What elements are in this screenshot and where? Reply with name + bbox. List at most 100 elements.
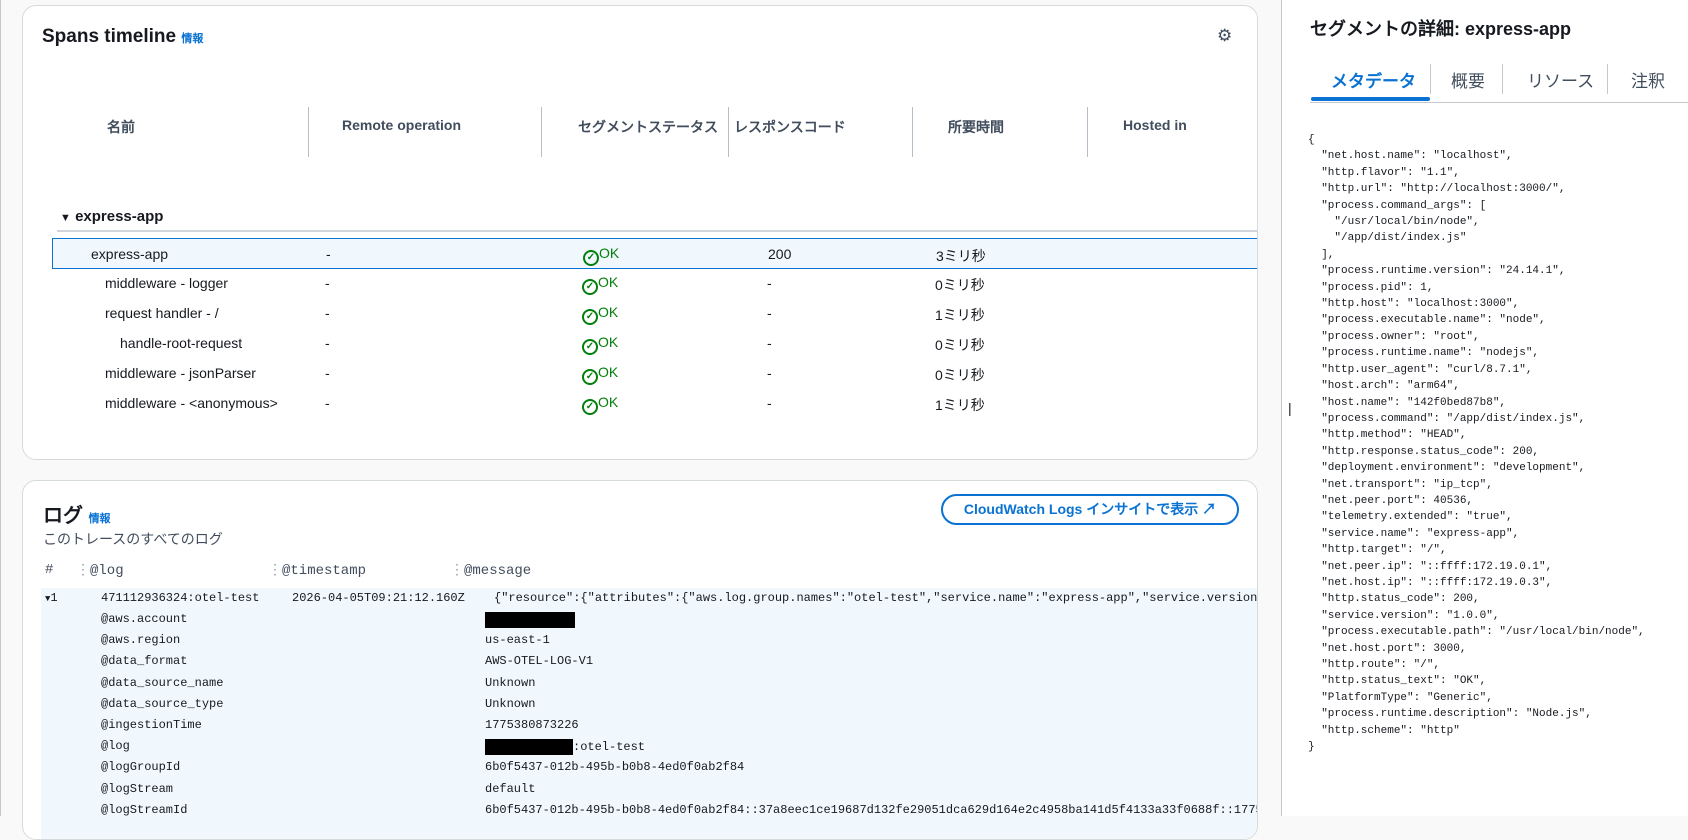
- logs-info-link[interactable]: 情報: [89, 513, 111, 525]
- span-row[interactable]: request handler - / - ✓ OK - 1ミリ秒: [52, 298, 1257, 329]
- span-name: handle-root-request: [120, 335, 243, 351]
- check-circle-icon: ✓: [582, 279, 598, 295]
- log-field-row: @logStreamId 6b0f5437-012b-495b-b0b8-4ed…: [41, 800, 1257, 821]
- spans-timeline-card: Spans timeline 情報 ⚙ 名前 Remote operation セグ…: [22, 5, 1258, 460]
- span-status: ✓ OK: [582, 304, 618, 325]
- span-remote-operation: -: [325, 395, 330, 411]
- log-field-key: @ingestionTime: [101, 718, 202, 732]
- log-row[interactable]: ▼1 471112936324:otel-test 2026-04-05T09:…: [41, 588, 1258, 609]
- log-row-toggle[interactable]: ▼1: [45, 591, 58, 605]
- column-divider[interactable]: [912, 107, 913, 157]
- column-header[interactable]: セグメントステータス: [578, 117, 718, 137]
- check-circle-icon: ✓: [582, 399, 598, 415]
- column-header[interactable]: 所要時間: [948, 117, 1004, 137]
- log-field-key: @logGroupId: [101, 760, 181, 775]
- span-row[interactable]: middleware - jsonParser - ✓ OK - 0ミリ秒: [52, 358, 1257, 389]
- tab-0[interactable]: メタデータ: [1331, 67, 1416, 92]
- span-row[interactable]: middleware - <anonymous> - ✓ OK - 1ミリ秒: [52, 388, 1257, 419]
- column-divider[interactable]: [728, 107, 729, 157]
- span-remote-operation: -: [325, 275, 330, 291]
- log-column-header[interactable]: ⋮@log: [76, 562, 124, 579]
- span-response-code: -: [767, 275, 772, 291]
- span-duration: 0ミリ秒: [935, 367, 985, 383]
- log-column-header[interactable]: ⋮@timestamp: [268, 562, 366, 579]
- log-field-row: @log :otel-test: [41, 736, 1257, 757]
- span-duration: 3ミリ秒: [936, 248, 986, 264]
- span-name: middleware - jsonParser: [105, 365, 256, 381]
- log-field-value: default: [485, 781, 536, 796]
- span-name: request handler - /: [105, 305, 219, 321]
- tab-1[interactable]: 概要: [1451, 67, 1485, 92]
- check-circle-icon: ✓: [582, 309, 598, 325]
- tabs-underline: [1310, 102, 1688, 103]
- log-value: 471112936324:otel-test: [101, 591, 260, 605]
- span-status-text: OK: [598, 364, 619, 380]
- redacted-block: [485, 739, 573, 756]
- log-field-row: @logStream default: [41, 779, 1257, 800]
- caret-down-icon: ▼: [60, 212, 71, 224]
- column-resize-handle[interactable]: ⋮: [268, 563, 282, 579]
- log-field-key: @aws.region: [101, 633, 181, 648]
- column-header[interactable]: 名前: [107, 117, 135, 137]
- span-duration: 0ミリ秒: [935, 337, 985, 353]
- log-field-key: @log: [101, 739, 130, 754]
- check-circle-icon: ✓: [582, 339, 598, 355]
- tab-divider: [1607, 64, 1608, 94]
- column-divider[interactable]: [308, 107, 309, 157]
- span-status: ✓ OK: [582, 274, 618, 295]
- log-field-value: :otel-test: [485, 739, 645, 756]
- column-header[interactable]: Remote operation: [342, 117, 461, 133]
- span-row[interactable]: handle-root-request - ✓ OK - 0ミリ秒: [52, 328, 1257, 359]
- log-field-key: @data_source_type: [101, 696, 224, 711]
- span-name: middleware - <anonymous>: [105, 395, 278, 411]
- span-row[interactable]: express-app - ✓ OK 200 3ミリ秒: [52, 238, 1257, 269]
- span-response-code: 200: [768, 246, 792, 262]
- span-name: express-app: [91, 246, 169, 262]
- text-cursor: |: [1288, 400, 1292, 416]
- span-duration: 1ミリ秒: [935, 397, 985, 413]
- spans-title-text: Spans timeline: [42, 26, 177, 47]
- details-title: セグメントの詳細: express-app: [1310, 19, 1572, 39]
- cloudwatch-insights-button[interactable]: CloudWatch Logs インサイトで表示 ↗: [941, 494, 1239, 525]
- group-toggle[interactable]: ▼ express-app: [60, 208, 163, 225]
- column-divider[interactable]: [1087, 107, 1088, 157]
- log-field-row: @data_format AWS-OTEL-LOG-V1: [41, 651, 1257, 672]
- column-header[interactable]: Hosted in: [1123, 117, 1187, 133]
- column-resize-handle[interactable]: ⋮: [76, 563, 90, 579]
- tab-2[interactable]: リソース: [1527, 67, 1594, 92]
- spans-info-link[interactable]: 情報: [181, 33, 203, 45]
- span-row[interactable]: middleware - logger - ✓ OK - 0ミリ秒: [52, 268, 1257, 299]
- settings-gear-icon[interactable]: ⚙: [1217, 26, 1232, 46]
- column-header[interactable]: レスポンスコード: [734, 117, 846, 137]
- group-name: express-app: [75, 208, 164, 225]
- log-field-row: @aws.account: [41, 609, 1257, 630]
- group-divider: [57, 230, 1257, 232]
- span-duration: 1ミリ秒: [935, 307, 985, 323]
- cloudwatch-insights-label: CloudWatch Logs インサイトで表示: [963, 501, 1199, 517]
- check-circle-icon: ✓: [582, 369, 598, 385]
- log-column-header[interactable]: ⋮@message: [450, 562, 531, 579]
- log-field-key: @data_format: [101, 654, 188, 669]
- span-remote-operation: -: [325, 335, 330, 351]
- log-field-row: @aws.region us-east-1: [41, 630, 1257, 651]
- log-field-row: @data_source_type Unknown: [41, 694, 1257, 715]
- span-response-code: -: [767, 395, 772, 411]
- span-status-text: OK: [598, 274, 619, 290]
- log-column-header[interactable]: #: [45, 562, 53, 578]
- tab-3[interactable]: 注釈: [1631, 67, 1665, 92]
- span-status: ✓ OK: [582, 334, 618, 355]
- span-remote-operation: -: [325, 305, 330, 321]
- log-field-key: @data_source_name: [101, 675, 224, 690]
- column-resize-handle[interactable]: ⋮: [450, 563, 464, 579]
- log-field-key: @logStream: [101, 781, 174, 796]
- log-field-key: @logStreamId: [101, 802, 188, 817]
- tab-divider: [1430, 64, 1431, 94]
- log-field-value: 6b0f5437-012b-495b-b0b8-4ed0f0ab2f84: [485, 760, 745, 775]
- span-status: ✓ OK: [582, 364, 618, 385]
- span-response-code: -: [767, 365, 772, 381]
- log-message: {"resource":{"attributes":{"aws.log.grou…: [494, 591, 1258, 605]
- column-divider[interactable]: [541, 107, 542, 157]
- logs-title: ログ 情報: [43, 499, 111, 528]
- log-field-value: us-east-1: [485, 633, 550, 648]
- span-duration: 0ミリ秒: [935, 277, 985, 293]
